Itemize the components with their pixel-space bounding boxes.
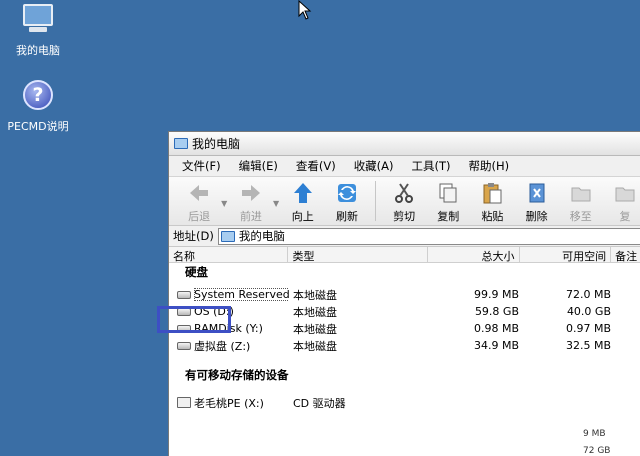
highlight-box	[157, 306, 231, 333]
column-type[interactable]: 类型	[288, 247, 428, 263]
copy-to-icon	[615, 187, 635, 202]
hard-drive-icon	[177, 290, 191, 299]
up-button[interactable]: 向上	[281, 181, 325, 224]
column-total-size[interactable]: 总大小	[428, 247, 520, 263]
group-header-removable: 有可移动存储的设备	[185, 368, 289, 382]
my-computer-window: 我的电脑 文件(F) 编辑(E) 查看(V) 收藏(A) 工具(T) 帮助(H)…	[168, 131, 640, 456]
menu-tools[interactable]: 工具(T)	[403, 158, 460, 174]
address-bar: 地址(D) 我的电脑	[169, 226, 640, 247]
forward-dropdown-icon[interactable]: ▼	[273, 181, 281, 208]
cut-off-value: 9 MB	[583, 429, 606, 439]
hard-drive-icon	[177, 341, 191, 350]
drive-type: 本地磁盘	[293, 305, 337, 319]
drive-total: 99.9 MB	[473, 288, 519, 301]
drive-type: CD 驱动器	[293, 396, 346, 410]
delete-button[interactable]: 删除	[515, 181, 559, 224]
window-title: 我的电脑	[192, 137, 241, 151]
menu-help[interactable]: 帮助(H)	[460, 158, 519, 174]
computer-icon	[21, 4, 55, 38]
menu-favorites[interactable]: 收藏(A)	[345, 158, 403, 174]
copy-button[interactable]: 复制	[426, 181, 470, 224]
back-dropdown-icon[interactable]: ▼	[221, 181, 229, 208]
computer-icon	[220, 230, 235, 242]
move-to-button[interactable]: 移至	[559, 181, 603, 224]
paste-icon	[483, 183, 502, 204]
drive-row[interactable]: RAMDisk (Y:) 本地磁盘 0.98 MB 0.97 MB	[169, 320, 640, 337]
drive-name: 老毛桃PE (X:)	[194, 396, 264, 410]
scissors-icon	[395, 183, 414, 203]
drive-total: 34.9 MB	[473, 339, 519, 352]
toolbar-separator	[375, 181, 377, 221]
desktop-icon-label: 我的电脑	[16, 44, 60, 57]
drive-name: 虚拟盘 (Z:)	[194, 339, 251, 353]
title-bar[interactable]: 我的电脑	[169, 132, 640, 156]
computer-icon	[174, 138, 188, 149]
up-arrow-icon	[293, 183, 312, 203]
move-to-icon	[571, 187, 591, 202]
forward-arrow-icon	[241, 185, 260, 201]
desktop-icon-label: PECMD说明	[7, 120, 69, 133]
drive-type: 本地磁盘	[293, 288, 337, 302]
help-icon: ?	[21, 80, 55, 114]
copy-icon	[439, 183, 457, 203]
desktop-icon-my-computer[interactable]: 我的电脑	[0, 2, 76, 58]
paste-button[interactable]: 粘贴	[470, 181, 514, 224]
back-arrow-icon	[190, 185, 209, 201]
drive-free: 72.0 MB	[565, 288, 611, 301]
menu-view[interactable]: 查看(V)	[287, 158, 345, 174]
drive-name: System Reserved...	[194, 288, 289, 301]
drive-row[interactable]: System Reserved... 本地磁盘 99.9 MB 72.0 MB	[169, 286, 640, 303]
cd-drive-icon	[177, 397, 191, 408]
address-value: 我的电脑	[238, 229, 285, 243]
refresh-button[interactable]: 刷新	[325, 181, 369, 224]
back-button[interactable]: 后退	[177, 181, 221, 224]
drive-type: 本地磁盘	[293, 322, 337, 336]
mouse-cursor-icon	[298, 0, 312, 20]
desktop-icon-pecmd-help[interactable]: ? PECMD说明	[0, 78, 76, 134]
menu-edit[interactable]: 编辑(E)	[230, 158, 287, 174]
drive-free: 32.5 MB	[565, 339, 611, 352]
drive-free: 0.97 MB	[565, 322, 611, 335]
column-note[interactable]: 备注	[611, 247, 640, 263]
address-field[interactable]: 我的电脑	[217, 227, 640, 245]
column-name[interactable]: 名称	[169, 247, 289, 263]
refresh-icon	[337, 184, 356, 202]
menu-bar: 文件(F) 编辑(E) 查看(V) 收藏(A) 工具(T) 帮助(H)	[169, 156, 640, 177]
drive-type: 本地磁盘	[293, 339, 337, 353]
drive-total: 0.98 MB	[473, 322, 519, 335]
toolbar: 后退 ▼ 前进 ▼ 向上 刷新 剪切 复制 粘贴 删除 移至 复	[169, 177, 640, 226]
forward-button[interactable]: 前进	[229, 181, 273, 224]
drive-free: 40.0 GB	[566, 305, 611, 318]
copy-to-button[interactable]: 复	[603, 181, 640, 224]
menu-file[interactable]: 文件(F)	[173, 158, 230, 174]
delete-icon	[529, 183, 545, 203]
cut-off-value: 72 GB	[583, 446, 611, 456]
drive-row[interactable]: OS (D:) 本地磁盘 59.8 GB 40.0 GB	[169, 303, 640, 320]
group-header-hdd: 硬盘	[185, 265, 208, 279]
column-header: 名称 类型 总大小 可用空间 备注	[169, 247, 640, 263]
drive-total: 59.8 GB	[474, 305, 519, 318]
drive-row[interactable]: 虚拟盘 (Z:) 本地磁盘 34.9 MB 32.5 MB	[169, 337, 640, 354]
address-label: 地址(D)	[173, 229, 214, 243]
drive-row[interactable]: 老毛桃PE (X:) CD 驱动器	[169, 394, 640, 411]
cut-button[interactable]: 剪切	[382, 181, 426, 224]
column-free-space[interactable]: 可用空间	[520, 247, 612, 263]
